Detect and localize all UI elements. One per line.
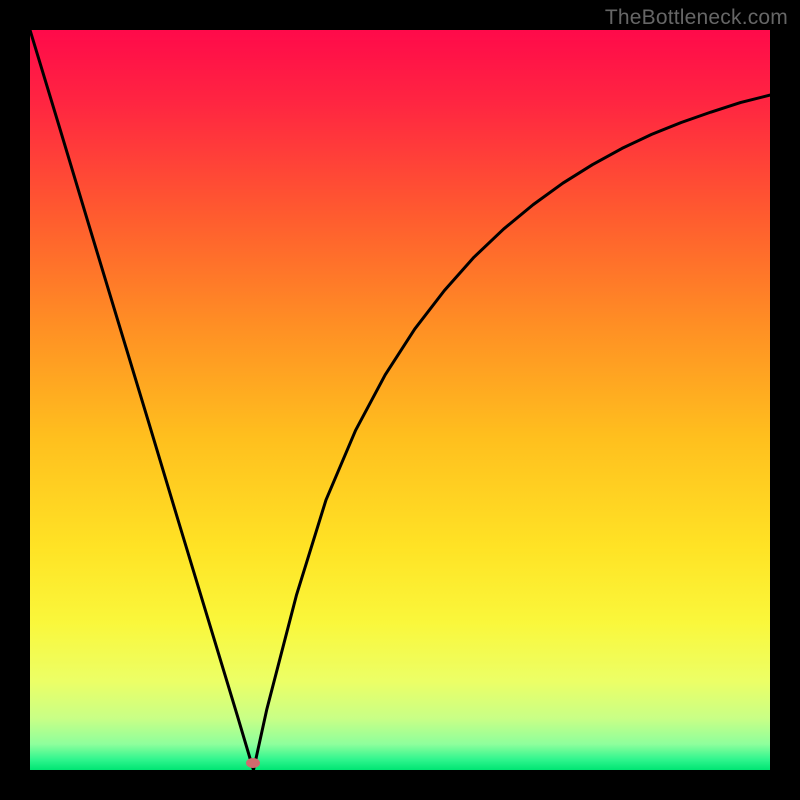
plot-area: [30, 30, 770, 770]
minimum-marker: [246, 758, 260, 768]
chart-frame: TheBottleneck.com: [0, 0, 800, 800]
watermark-text: TheBottleneck.com: [605, 6, 788, 30]
bottleneck-curve: [30, 30, 770, 770]
